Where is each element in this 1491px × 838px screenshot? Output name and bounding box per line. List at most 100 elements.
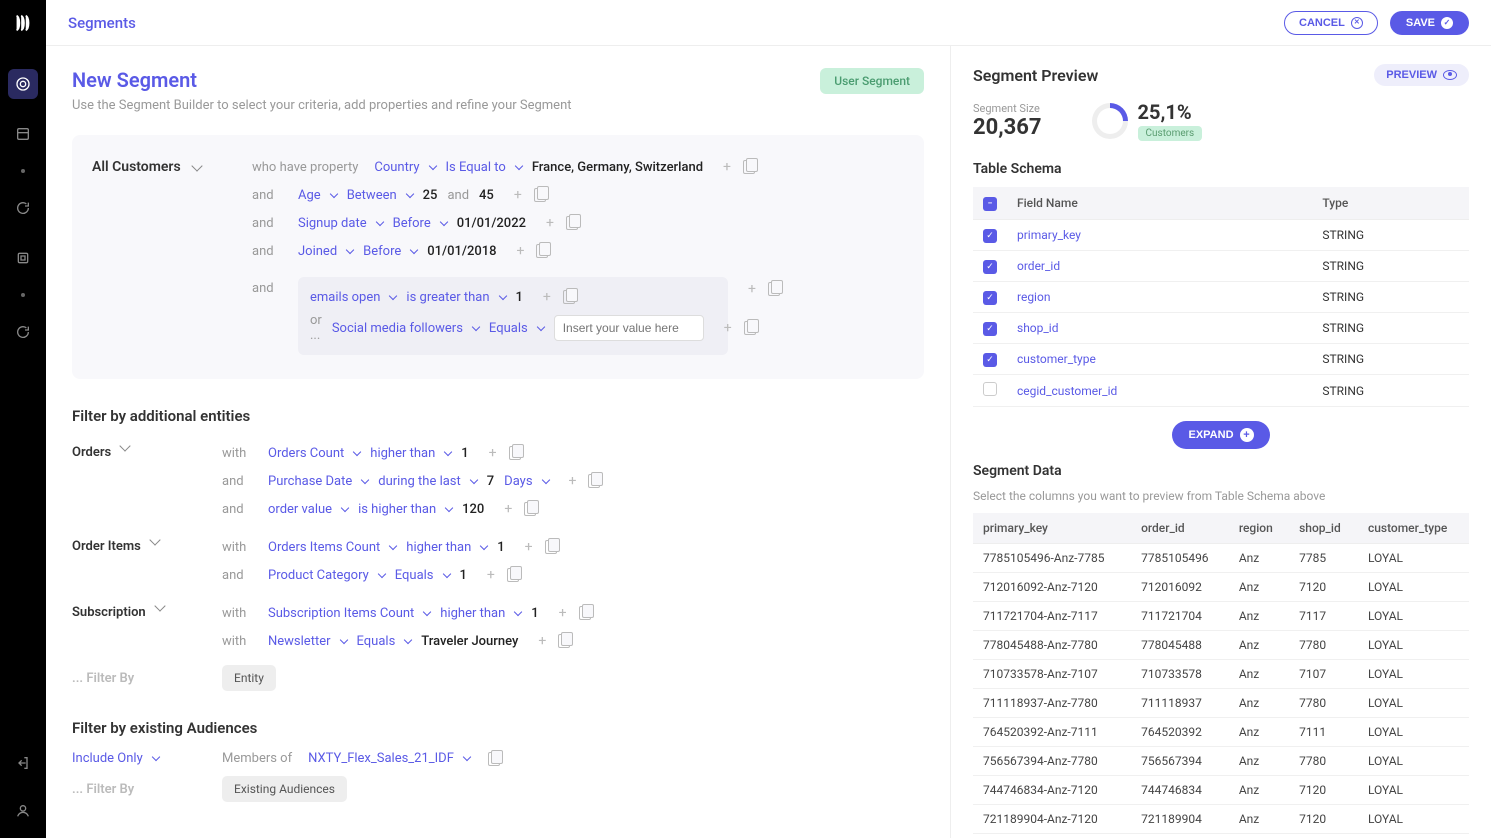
field-name[interactable]: customer_type [1007,344,1312,375]
copy-icon[interactable] [534,188,546,202]
audience-select[interactable]: NXTY_Flex_Sales_21_IDF [308,751,470,766]
copy-icon[interactable] [768,282,780,296]
include-mode-select[interactable]: Include Only [72,751,159,766]
entity-orders[interactable]: Orders [72,439,202,523]
checkbox[interactable] [983,382,997,396]
property-select[interactable]: Orders Count [268,446,360,461]
add-icon[interactable]: + [487,445,499,461]
copy-icon[interactable] [563,290,575,304]
add-icon[interactable]: + [536,633,548,649]
add-icon[interactable]: + [557,605,569,621]
add-icon[interactable]: + [485,567,497,583]
entity-subscription[interactable]: Subscription [72,599,202,655]
rule-value[interactable]: France, Germany, Switzerland [532,160,703,175]
property-select[interactable]: Joined [298,244,353,259]
property-select[interactable]: Age [298,188,337,203]
operator-select[interactable]: is higher than [358,502,452,517]
nav-user-icon[interactable] [8,796,38,826]
audiences-chip[interactable]: Existing Audiences [222,776,347,802]
save-button[interactable]: SAVE [1390,11,1469,35]
add-icon[interactable]: + [722,320,734,336]
copy-icon[interactable] [545,540,557,554]
field-name[interactable]: cegid_customer_id [1007,375,1312,407]
nav-refresh-icon[interactable] [8,193,38,223]
operator-select[interactable]: higher than [406,540,487,555]
rule-value[interactable]: 25 [423,188,438,203]
chevron-down-icon [423,607,431,615]
operator-select[interactable]: Before [363,244,417,259]
add-icon[interactable]: + [567,473,579,489]
copy-icon[interactable] [566,216,578,230]
nav-box-icon[interactable] [8,243,38,273]
chevron-down-icon [444,447,452,455]
unit-select[interactable]: Days [504,474,548,489]
property-select[interactable]: Country [374,160,435,175]
property-select[interactable]: Signup date [298,216,383,231]
add-icon[interactable]: + [541,289,553,305]
copy-icon[interactable] [744,321,756,335]
property-select[interactable]: Social media followers [332,321,479,336]
cancel-button[interactable]: CANCEL [1284,11,1378,35]
copy-icon[interactable] [536,244,548,258]
operator-select[interactable]: Between [347,188,413,203]
breadcrumb[interactable]: Segments [68,14,136,32]
add-icon[interactable]: + [512,187,524,203]
add-icon[interactable]: + [502,501,514,517]
add-icon[interactable]: + [721,159,733,175]
copy-icon[interactable] [509,446,521,460]
operator-select[interactable]: Equals [357,634,412,649]
data-desc: Select the columns you want to preview f… [973,489,1469,503]
operator-select[interactable]: higher than [440,606,521,621]
rule-value[interactable]: 45 [479,188,494,203]
preview-button[interactable]: PREVIEW [1374,64,1469,86]
chevron-down-icon [472,322,480,330]
entity-chip[interactable]: Entity [222,665,276,691]
operator-select[interactable]: higher than [370,446,451,461]
field-name[interactable]: shop_id [1007,313,1312,344]
add-icon[interactable]: + [523,539,535,555]
rule-value[interactable]: 01/01/2018 [427,244,496,259]
nav-logout-icon[interactable] [8,748,38,778]
operator-select[interactable]: Equals [489,321,544,336]
property-select[interactable]: Orders Items Count [268,540,396,555]
operator-select[interactable]: is greater than [406,290,505,305]
expand-button[interactable]: EXPAND+ [1172,421,1269,449]
entity-order-items[interactable]: Order Items [72,533,202,589]
rule-value[interactable]: 01/01/2022 [457,216,526,231]
checkbox[interactable]: ✓ [983,353,997,367]
operator-select[interactable]: Is Equal to [446,160,522,175]
rule-value[interactable]: 1 [516,290,523,305]
add-icon[interactable]: + [515,243,527,259]
checkbox[interactable]: ✓ [983,322,997,336]
property-select[interactable]: emails open [310,290,396,305]
add-icon[interactable]: + [746,281,758,297]
add-icon[interactable]: + [544,215,556,231]
nav-external-icon[interactable] [8,317,38,347]
nav-segments-icon[interactable] [8,69,38,99]
nav-data-icon[interactable] [8,119,38,149]
field-name[interactable]: primary_key [1007,220,1312,251]
field-name[interactable]: region [1007,282,1312,313]
property-select[interactable]: Newsletter [268,634,347,649]
property-select[interactable]: order value [268,502,348,517]
copy-icon[interactable] [524,502,536,516]
copy-icon[interactable] [579,606,591,620]
checkbox[interactable]: ✓ [983,229,997,243]
property-select[interactable]: Purchase Date [268,474,368,489]
copy-icon[interactable] [488,752,500,766]
copy-icon[interactable] [558,634,570,648]
entity-selector[interactable]: All Customers [92,159,242,175]
property-select[interactable]: Product Category [268,568,385,583]
operator-select[interactable]: Before [393,216,447,231]
operator-select[interactable]: Equals [395,568,450,583]
value-input[interactable] [554,315,704,341]
checkbox-all[interactable]: − [983,197,997,211]
copy-icon[interactable] [743,160,755,174]
copy-icon[interactable] [507,568,519,582]
operator-select[interactable]: during the last [378,474,477,489]
field-name[interactable]: order_id [1007,251,1312,282]
copy-icon[interactable] [588,474,600,488]
checkbox[interactable]: ✓ [983,260,997,274]
property-select[interactable]: Subscription Items Count [268,606,430,621]
checkbox[interactable]: ✓ [983,291,997,305]
